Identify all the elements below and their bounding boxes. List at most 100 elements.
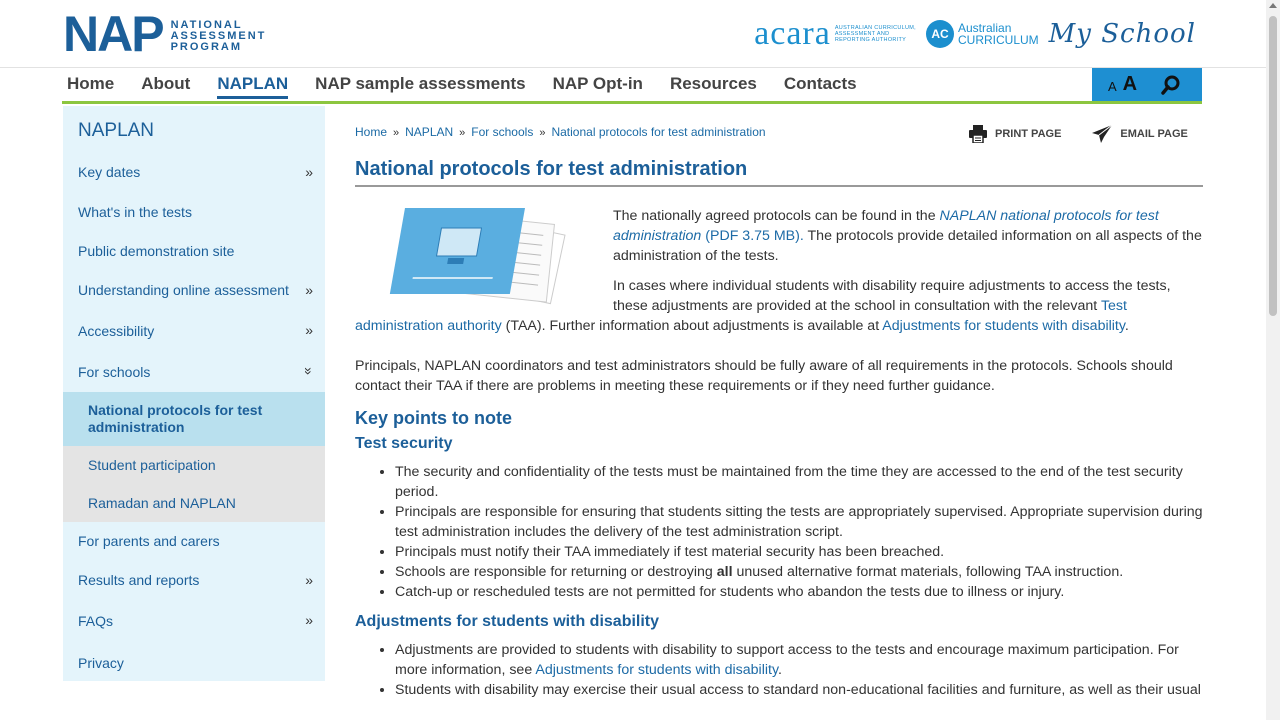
nap-logo-text: NATIONAL ASSESSMENT PROGRAM	[171, 16, 267, 53]
page-scrollbar[interactable]	[1266, 0, 1280, 720]
list-text-emphasis: all	[716, 564, 733, 580]
nav-item-about[interactable]: About	[141, 68, 190, 101]
nav-item-nap-sample-assessments[interactable]: NAP sample assessments	[315, 68, 525, 101]
partner-logos: acara AUSTRALIAN CURRICULUM, ASSESSMENT …	[754, 14, 1196, 54]
paper-plane-icon	[1092, 124, 1113, 143]
email-page-label: EMAIL PAGE	[1120, 128, 1188, 140]
page-actions: PRINT PAGE EMAIL PAGE	[968, 124, 1188, 144]
key-points-heading: Key points to note	[355, 408, 512, 428]
ac-text: Australian CURRICULUM	[958, 22, 1039, 46]
intro-paragraph-3: Principals, NAPLAN coordinators and test…	[355, 358, 1173, 394]
adjustments-list: Adjustments are provided to students wit…	[355, 640, 1203, 700]
test-security-list: The security and confidentiality of the …	[355, 462, 1203, 602]
nav-item-resources[interactable]: Resources	[670, 68, 757, 101]
list-text: Schools are responsible for returning or…	[395, 564, 717, 580]
email-page-button[interactable]: EMAIL PAGE	[1091, 124, 1188, 144]
sidebar-subitem-ramadan-and-naplan[interactable]: Ramadan and NAPLAN	[63, 484, 325, 522]
article-body: The nationally agreed protocols can be f…	[355, 206, 1203, 708]
expand-chevron-icon[interactable]: »	[305, 282, 313, 298]
list-item: Catch-up or rescheduled tests are not pe…	[395, 582, 1203, 602]
adjustments-heading: Adjustments for students with disability	[355, 613, 660, 630]
print-page-button[interactable]: PRINT PAGE	[968, 124, 1061, 144]
nap-logo-line: ASSESSMENT	[170, 29, 267, 42]
font-size-decrease-button[interactable]: A	[1108, 75, 1117, 94]
ac-badge-icon: AC	[926, 20, 954, 48]
sidebar-item-label: For parents and carers	[78, 533, 220, 549]
nap-logo-mark: NAP	[63, 6, 165, 62]
breadcrumb-home[interactable]: Home	[355, 125, 387, 139]
breadcrumb-naplan[interactable]: NAPLAN	[405, 125, 453, 139]
nav-item-contacts[interactable]: Contacts	[784, 68, 857, 101]
list-item: The security and confidentiality of the …	[395, 462, 1203, 502]
sidebar: NAPLAN Key dates » What's in the tests P…	[63, 106, 325, 681]
adjustments-link[interactable]: Adjustments for students with disability	[882, 318, 1125, 334]
sidebar-item-accessibility[interactable]: Accessibility »	[63, 310, 325, 351]
sidebar-item-key-dates[interactable]: Key dates »	[63, 152, 325, 192]
sidebar-subnav: National protocols for test administrati…	[63, 392, 325, 522]
sidebar-item-label: Ramadan and NAPLAN	[88, 495, 236, 511]
breadcrumb-current[interactable]: National protocols for test administrati…	[551, 125, 765, 139]
sidebar-item-label: Key dates	[78, 164, 141, 180]
breadcrumb: Home » NAPLAN » For schools » National protoco…	[355, 125, 766, 139]
page-title: National protocols for test administrati…	[355, 158, 1203, 187]
search-icon[interactable]	[1161, 75, 1181, 95]
expand-chevron-icon[interactable]: »	[305, 164, 313, 180]
sidebar-item-label: What's in the tests	[78, 204, 192, 220]
adjustments-link[interactable]: Adjustments for students with disability	[535, 662, 778, 678]
breadcrumb-for-schools[interactable]: For schools	[471, 125, 533, 139]
sidebar-item-label: Understanding online assessment	[78, 282, 289, 298]
sidebar-item-for-schools[interactable]: For schools »	[63, 351, 325, 392]
expand-chevron-icon[interactable]: »	[305, 572, 313, 588]
nav-tools: A A	[1092, 68, 1202, 101]
expand-chevron-icon[interactable]: »	[305, 322, 313, 338]
sidebar-item-for-parents-and-carers[interactable]: For parents and carers	[63, 522, 325, 560]
sidebar-subitem-national-protocols[interactable]: National protocols for test administrati…	[63, 392, 325, 446]
nav-item-naplan[interactable]: NAPLAN	[217, 68, 288, 101]
sidebar-item-faqs[interactable]: FAQs »	[63, 600, 325, 642]
print-page-label: PRINT PAGE	[995, 128, 1062, 140]
sidebar-title[interactable]: NAPLAN	[63, 106, 325, 152]
sidebar-item-understanding-online-assessment[interactable]: Understanding online assessment »	[63, 270, 325, 310]
sidebar-item-label: Privacy	[78, 655, 124, 671]
sidebar-item-label: Results and reports	[78, 572, 200, 588]
nap-logo[interactable]: NAP NATIONAL ASSESSMENT PROGRAM	[63, 6, 267, 62]
breadcrumb-separator-icon: »	[459, 127, 466, 139]
protocols-pdf-meta[interactable]: (PDF 3.75 MB).	[701, 228, 804, 244]
acara-logo[interactable]: acara AUSTRALIAN CURRICULUM, ASSESSMENT …	[754, 17, 916, 51]
sidebar-item-results-and-reports[interactable]: Results and reports »	[63, 560, 325, 600]
collapse-chevron-icon[interactable]: »	[301, 367, 317, 375]
acara-sub-line: REPORTING AUTHORITY	[834, 37, 907, 43]
intro-text: The nationally agreed protocols can be f…	[613, 208, 940, 224]
list-item: Schools are responsible for returning or…	[395, 562, 1203, 582]
main-nav: Home About NAPLAN NAP sample assessments…	[62, 68, 1202, 104]
protocols-document-thumbnail[interactable]	[355, 206, 603, 316]
expand-chevron-icon[interactable]: »	[305, 612, 313, 628]
myschool-logo[interactable]: My School	[1049, 19, 1196, 49]
list-text: Adjustments are provided to students wit…	[395, 642, 1179, 678]
intro-text: .	[1124, 318, 1129, 334]
sidebar-item-label: National protocols for test administrati…	[88, 402, 263, 435]
sidebar-item-whats-in-the-tests[interactable]: What's in the tests	[63, 192, 325, 232]
sidebar-item-public-demonstration-site[interactable]: Public demonstration site	[63, 232, 325, 270]
scrollbar-thumb[interactable]	[1269, 16, 1277, 316]
list-text: .	[777, 662, 782, 678]
sidebar-subitem-student-participation[interactable]: Student participation	[63, 446, 325, 484]
list-item: Adjustments are provided to students wit…	[395, 640, 1203, 680]
test-security-heading: Test security	[355, 435, 453, 452]
australian-curriculum-logo[interactable]: AC Australian CURRICULUM	[926, 20, 1039, 48]
nav-item-home[interactable]: Home	[67, 68, 114, 101]
font-size-increase-button[interactable]: A	[1123, 73, 1137, 96]
scroll-up-arrow-icon[interactable]	[1269, 3, 1277, 8]
nav-item-nap-opt-in[interactable]: NAP Opt-in	[553, 68, 643, 101]
list-item: Principals are responsible for ensuring …	[395, 502, 1203, 542]
ac-text-line: CURRICULUM	[958, 33, 1039, 47]
nap-logo-line: NATIONAL	[170, 18, 243, 31]
sidebar-item-label: For schools	[78, 363, 151, 380]
list-item: Principals must notify their TAA immedia…	[395, 542, 1203, 562]
sidebar-item-privacy[interactable]: Privacy	[63, 642, 325, 684]
acara-subtitle: AUSTRALIAN CURRICULUM, ASSESSMENT AND RE…	[835, 25, 916, 43]
sidebar-item-label: Public demonstration site	[78, 243, 235, 259]
nap-logo-line: PROGRAM	[170, 40, 243, 53]
list-item: Students with disability may exercise th…	[395, 680, 1203, 700]
site-header: NAP NATIONAL ASSESSMENT PROGRAM acara AU…	[0, 0, 1266, 68]
